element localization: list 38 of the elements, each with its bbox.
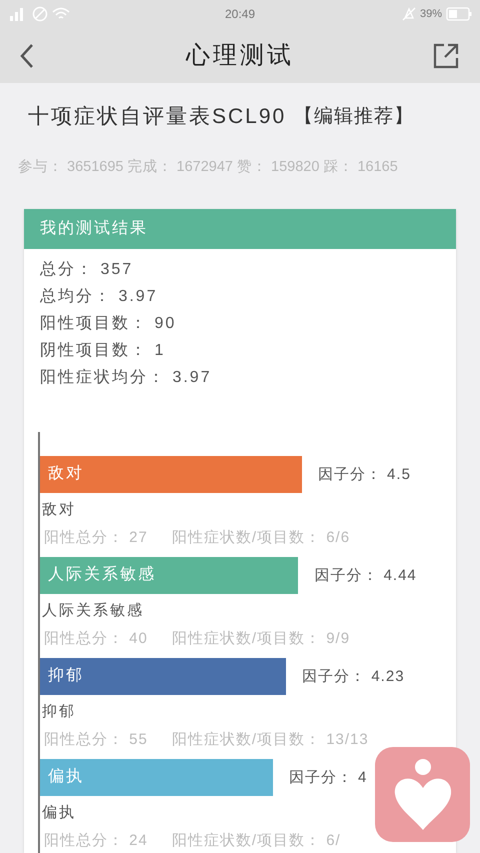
factor-name: 抑郁 (48, 666, 84, 686)
battery-icon (446, 7, 472, 21)
factor-name: 人际关系敏感 (48, 564, 156, 585)
positive-total: 阳性总分： 27 (44, 528, 148, 548)
blocked-icon (32, 6, 48, 22)
positive-count: 阳性症状数/项目数： 6/6 (172, 528, 350, 548)
factor-detail-name: 偏执 (42, 802, 76, 822)
factor-detail-name: 人际关系敏感 (42, 600, 144, 620)
factor-detail-name: 抑郁 (42, 702, 76, 722)
positive-count: 阳性症状数/项目数： 13/13 (172, 730, 369, 750)
factor-score: 因子分： 4.44 (314, 566, 417, 586)
summary-line: 阴性项目数： 1 (40, 340, 166, 360)
bell-off-icon (402, 7, 416, 21)
back-icon[interactable] (20, 42, 34, 68)
positive-count: 阳性症状数/项目数： 9/9 (172, 629, 350, 649)
positive-count: 阳性症状数/项目数： 6/ (172, 831, 341, 851)
battery-percent: 39% (420, 6, 442, 22)
factor-score: 因子分： 4.5 (318, 464, 411, 484)
editor-pick-tag: 【编辑推荐】 (294, 102, 414, 131)
test-title: 十项症状自评量表SCL90 (28, 104, 286, 130)
factor-score: 因子分： 4.23 (302, 666, 405, 686)
test-stats: 参与： 3651695 完成： 1672947 赞： 159820 踩： 16165 (18, 158, 398, 174)
summary-line: 阳性症状均分： 3.97 (40, 368, 212, 388)
share-icon[interactable] (432, 42, 460, 70)
factor-name: 偏执 (48, 766, 84, 787)
positive-total: 阳性总分： 55 (44, 730, 148, 750)
summary-line: 总均分： 3.97 (40, 286, 158, 306)
result-heading: 我的测试结果 (40, 218, 148, 238)
wifi-icon (52, 7, 70, 21)
clock-time: 20:49 (224, 6, 256, 23)
factor-name: 敌对 (48, 464, 84, 484)
positive-total: 阳性总分： 40 (44, 629, 148, 649)
summary-line: 阳性项目数： 90 (40, 314, 176, 334)
factor-score: 因子分： 4 (288, 768, 368, 788)
factor-detail-name: 敌对 (42, 500, 76, 520)
page-title: 心理测试 (186, 40, 294, 70)
summary-line: 总分： 357 (40, 260, 134, 280)
positive-total: 阳性总分： 24 (44, 831, 148, 851)
